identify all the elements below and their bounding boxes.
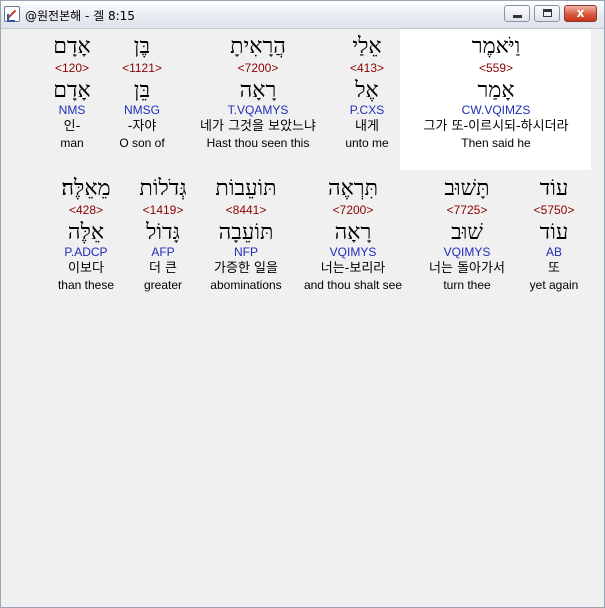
- strong-number[interactable]: <7200>: [198, 61, 318, 79]
- window-title: @원전본해 - 겔 8:15: [25, 9, 135, 23]
- korean-gloss: -자야: [127, 119, 157, 134]
- app-icon[interactable]: [4, 6, 20, 22]
- english-gloss: Hast thou seen this: [206, 136, 310, 150]
- word-row2-2[interactable]: תּוֹעֵבוֹת <8441> תּוֹעֵבָה NFP 가증한 일을 a…: [186, 176, 306, 293]
- hebrew-root: רָאָה: [334, 220, 372, 245]
- morphology-code: AB: [545, 245, 562, 259]
- korean-gloss: 너는-보리라: [320, 261, 386, 276]
- korean-gloss: 또: [548, 261, 560, 276]
- morphology-code: T.VQAMYS: [227, 103, 289, 117]
- morphology-code: VQIMYS: [329, 245, 377, 259]
- korean-gloss: 그가 또-이르시되-하시더라: [423, 119, 569, 134]
- hebrew-word: תִּרְאֶה: [327, 176, 379, 201]
- hebrew-word: בֶּן: [133, 34, 151, 59]
- hebrew-root: בֵּן: [133, 78, 151, 103]
- hebrew-word: תּוֹעֵבוֹת: [215, 176, 277, 201]
- word-row2-5[interactable]: עוֹד <5750> עוֹד AB 또 yet again: [494, 176, 605, 293]
- korean-gloss: 네가 그것을 보았느냐: [200, 119, 316, 134]
- interlinear-content: אָדָם <120> אָדָם NMS 인- man בֶּן <1121>…: [1, 29, 604, 607]
- hebrew-word: עוֹד: [539, 176, 569, 201]
- english-gloss: yet again: [529, 278, 579, 292]
- morphology-code: CW.VQIMZS: [461, 103, 531, 117]
- hebrew-word: וַיֹּאמֶר: [471, 34, 521, 59]
- english-gloss: Then said he: [461, 136, 531, 150]
- morphology-code: NFP: [234, 245, 258, 259]
- hebrew-root: רָאָה: [239, 78, 277, 103]
- strong-number[interactable]: <8441>: [186, 203, 306, 221]
- word-row1-1[interactable]: בֶּן <1121> בֵּן NMSG -자야 O son of: [82, 34, 202, 151]
- strong-number[interactable]: <7200>: [293, 203, 413, 221]
- hebrew-word: הֲרָאִיתָ: [230, 34, 286, 59]
- word-row1-2[interactable]: הֲרָאִיתָ <7200> רָאָה T.VQAMYS 네가 그것을 보…: [198, 34, 318, 151]
- korean-gloss: 가증한 일을: [214, 261, 278, 276]
- hebrew-root: אָמַר: [477, 78, 515, 103]
- close-icon: x: [576, 6, 585, 20]
- minimize-button[interactable]: [504, 5, 530, 22]
- close-button[interactable]: x: [564, 5, 597, 22]
- hebrew-root: עוֹד: [539, 220, 569, 245]
- strong-number[interactable]: <559>: [403, 61, 589, 79]
- strong-number[interactable]: <1121>: [82, 61, 202, 79]
- english-gloss: O son of: [119, 136, 165, 150]
- hebrew-root: תּוֹעֵבָה: [218, 220, 274, 245]
- word-row1-4-selected[interactable]: וַיֹּאמֶר <559> אָמַר CW.VQIMZS 그가 또-이르시…: [403, 34, 589, 151]
- maximize-button[interactable]: [534, 5, 560, 22]
- english-gloss: abominations: [210, 278, 282, 292]
- title-bar[interactable]: @원전본해 - 겔 8:15 x: [1, 1, 604, 29]
- word-row2-3[interactable]: תִּרְאֶה <7200> רָאָה VQIMYS 너는-보리라 and …: [293, 176, 413, 293]
- strong-number[interactable]: <5750>: [494, 203, 605, 221]
- minimize-icon: [513, 15, 522, 18]
- app-window: @원전본해 - 겔 8:15 x אָדָם <120> אָדָם NMS 인…: [0, 0, 605, 608]
- maximize-icon: [543, 9, 552, 17]
- english-gloss: and thou shalt see: [303, 278, 403, 292]
- morphology-code: NMSG: [124, 103, 160, 117]
